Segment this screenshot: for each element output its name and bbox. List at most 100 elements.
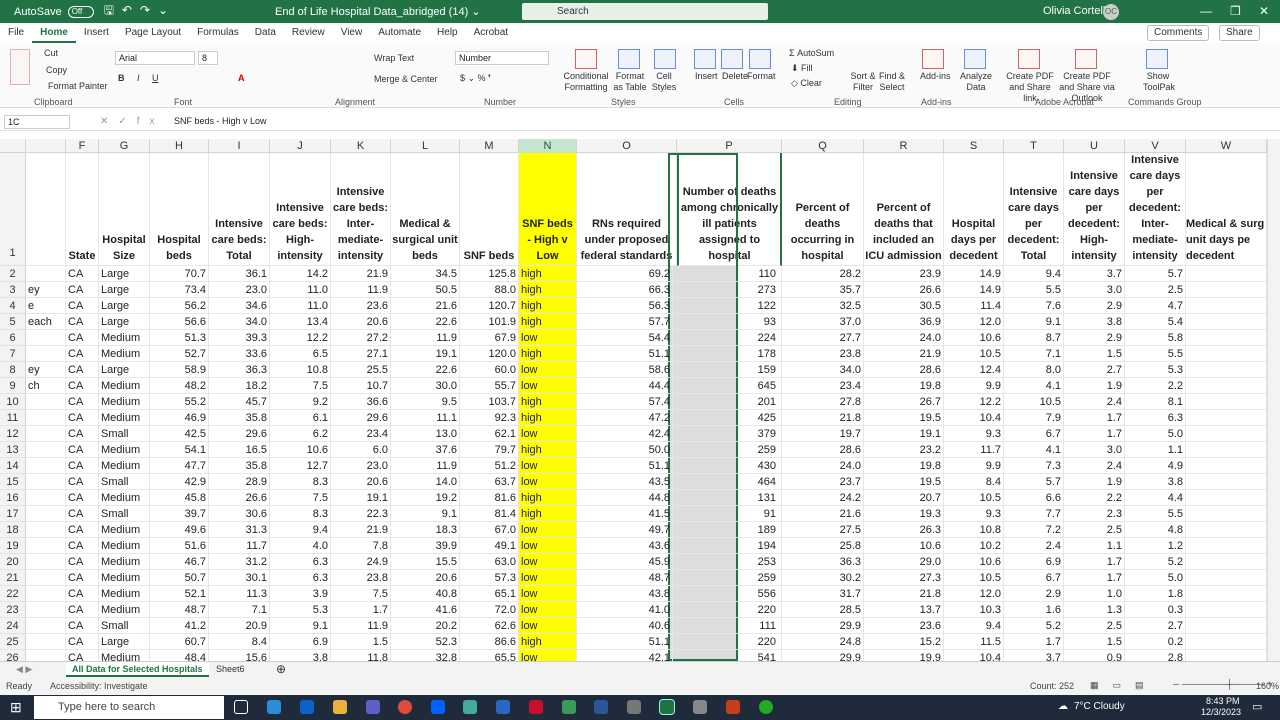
table-cell[interactable]: 10.5 [944, 346, 1004, 362]
table-cell[interactable]: 34.0 [782, 362, 864, 378]
table-cell[interactable]: 425 [669, 410, 782, 426]
app-icon-3[interactable] [562, 700, 576, 714]
show-toolpak-button[interactable]: Show ToolPak [1143, 71, 1175, 93]
header-cell-o[interactable]: RNs required under proposed federal stan… [577, 153, 677, 266]
table-cell[interactable]: CA [66, 346, 99, 362]
table-cell[interactable]: 43.6 [577, 538, 673, 554]
table-cell[interactable]: low [519, 362, 577, 378]
table-cell[interactable] [26, 570, 66, 586]
table-cell[interactable]: Medium [99, 442, 150, 458]
table-cell[interactable]: 1.3 [1064, 602, 1125, 618]
table-cell[interactable]: 19.8 [864, 378, 944, 394]
table-cell[interactable]: Large [99, 282, 150, 298]
clock-date[interactable]: 12/3/2023 [1201, 707, 1241, 717]
table-cell[interactable]: 48.4 [150, 650, 209, 661]
table-cell[interactable]: high [519, 506, 577, 522]
table-cell[interactable]: 5.5 [1125, 346, 1186, 362]
table-cell[interactable]: 2.5 [1064, 522, 1125, 538]
table-cell[interactable]: 11.7 [944, 442, 1004, 458]
table-cell[interactable]: 37.6 [391, 442, 460, 458]
table-cell[interactable]: CA [66, 298, 99, 314]
table-cell[interactable]: 4.7 [1125, 298, 1186, 314]
row-header[interactable]: 14 [0, 458, 26, 474]
table-cell[interactable]: 120.7 [460, 298, 519, 314]
table-cell[interactable]: 273 [669, 282, 782, 298]
table-cell[interactable]: 52.1 [150, 586, 209, 602]
table-cell[interactable]: 26.7 [864, 394, 944, 410]
table-cell[interactable]: 4.4 [1125, 490, 1186, 506]
table-cell[interactable]: 23.2 [864, 442, 944, 458]
header-cell-g[interactable]: Hospital Size [99, 153, 150, 266]
table-cell[interactable]: 19.1 [331, 490, 391, 506]
table-cell[interactable]: 556 [669, 586, 782, 602]
table-cell[interactable]: 9.9 [944, 378, 1004, 394]
table-cell[interactable]: 36.9 [864, 314, 944, 330]
header-cell-w[interactable]: Medical & surg unit days pe decedent [1186, 153, 1267, 266]
tab-review[interactable]: Review [284, 23, 333, 43]
table-cell[interactable]: 1.7 [1064, 410, 1125, 426]
table-cell[interactable]: 3.0 [1064, 282, 1125, 298]
table-cell[interactable]: CA [66, 634, 99, 650]
table-cell[interactable]: 9.1 [391, 506, 460, 522]
table-cell[interactable]: CA [66, 314, 99, 330]
table-cell[interactable]: CA [66, 426, 99, 442]
table-cell[interactable]: 21.9 [331, 522, 391, 538]
table-cell[interactable]: Medium [99, 538, 150, 554]
table-cell[interactable]: 50.0 [577, 442, 673, 458]
table-cell[interactable] [1186, 266, 1267, 282]
table-cell[interactable]: low [519, 602, 577, 618]
tab-page-layout[interactable]: Page Layout [117, 23, 189, 43]
table-cell[interactable]: 24.0 [782, 458, 864, 474]
table-cell[interactable] [26, 474, 66, 490]
task-view-icon[interactable] [234, 700, 248, 714]
table-cell[interactable]: 69.2 [577, 266, 673, 282]
table-cell[interactable] [1186, 298, 1267, 314]
chrome-icon[interactable] [398, 700, 412, 714]
table-cell[interactable]: 10.6 [944, 330, 1004, 346]
table-cell[interactable]: 35.7 [782, 282, 864, 298]
table-cell[interactable]: Medium [99, 410, 150, 426]
table-cell[interactable]: 58.6 [577, 362, 673, 378]
table-cell[interactable]: 56.2 [150, 298, 209, 314]
table-cell[interactable]: 1.7 [1064, 570, 1125, 586]
table-cell[interactable]: 19.1 [391, 346, 460, 362]
select-all-corner[interactable] [0, 139, 26, 153]
table-cell[interactable]: 1.9 [1064, 474, 1125, 490]
table-cell[interactable]: Large [99, 634, 150, 650]
table-cell[interactable] [1186, 362, 1267, 378]
table-cell[interactable]: 40.8 [391, 586, 460, 602]
table-cell[interactable]: 29.6 [331, 410, 391, 426]
table-cell[interactable]: 2.9 [1064, 298, 1125, 314]
table-cell[interactable]: 63.7 [460, 474, 519, 490]
table-cell[interactable]: 3.7 [1004, 650, 1064, 661]
row-header[interactable]: 23 [0, 602, 26, 618]
table-cell[interactable]: 1.8 [1125, 586, 1186, 602]
table-cell[interactable] [26, 346, 66, 362]
table-cell[interactable]: Medium [99, 554, 150, 570]
table-cell[interactable] [1186, 458, 1267, 474]
table-cell[interactable]: low [519, 650, 577, 661]
header-cell-t[interactable]: Intensive care days per decedent: Total [1004, 153, 1064, 266]
table-cell[interactable]: 65.1 [460, 586, 519, 602]
table-cell[interactable] [1186, 282, 1267, 298]
header-cell-v[interactable]: Intensive care days per decedent: Inter-… [1125, 153, 1186, 266]
table-cell[interactable]: 37.0 [782, 314, 864, 330]
table-cell[interactable]: 36.3 [782, 554, 864, 570]
column-header-h[interactable]: H [150, 139, 209, 153]
autosum-button[interactable]: Σ AutoSum [789, 48, 834, 58]
table-cell[interactable]: Small [99, 506, 150, 522]
table-cell[interactable]: 21.6 [782, 506, 864, 522]
table-cell[interactable]: 2.2 [1125, 378, 1186, 394]
table-cell[interactable]: Medium [99, 394, 150, 410]
table-cell[interactable]: CA [66, 330, 99, 346]
table-cell[interactable]: 9.4 [944, 618, 1004, 634]
table-cell[interactable] [1186, 474, 1267, 490]
table-cell[interactable]: CA [66, 506, 99, 522]
table-cell[interactable]: 0.2 [1125, 634, 1186, 650]
table-cell[interactable]: 36.1 [209, 266, 270, 282]
table-cell[interactable]: 4.8 [1125, 522, 1186, 538]
table-cell[interactable]: CA [66, 490, 99, 506]
table-cell[interactable]: high [519, 266, 577, 282]
table-cell[interactable]: CA [66, 458, 99, 474]
table-cell[interactable]: 56.6 [150, 314, 209, 330]
